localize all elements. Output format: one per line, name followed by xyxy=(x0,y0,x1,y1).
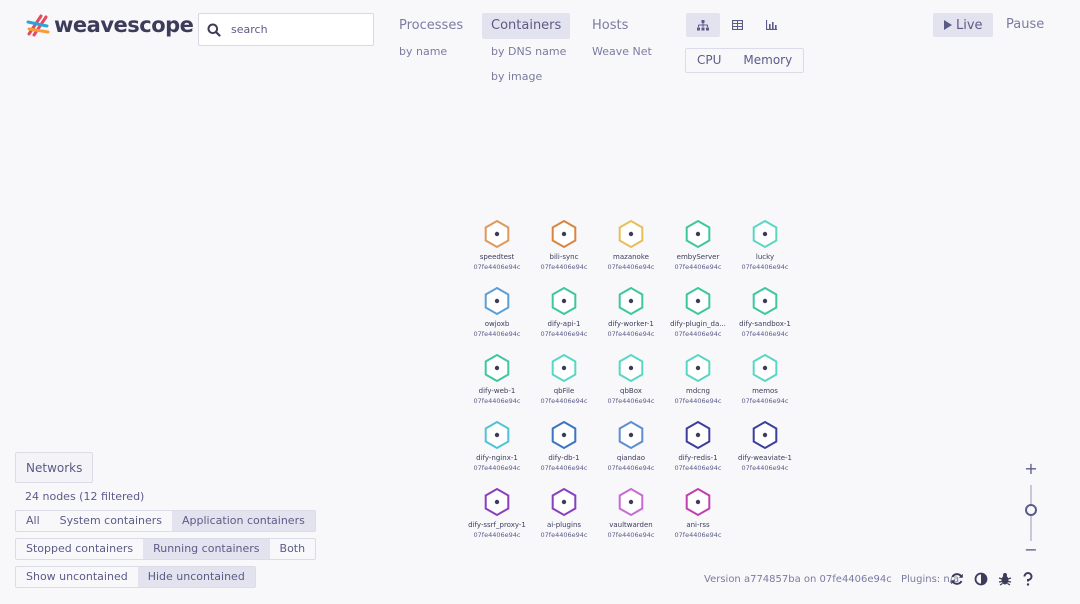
sub-tab-by-name[interactable]: by name xyxy=(390,39,456,64)
hexagon-node-icon xyxy=(685,420,711,450)
node-label: dify-weaviate-1 xyxy=(737,454,792,462)
node-host-label: 07fe4406e94c xyxy=(674,531,722,539)
filter-application-containers[interactable]: Application containers xyxy=(172,511,315,531)
contrast-icon[interactable] xyxy=(974,572,988,586)
filter-both[interactable]: Both xyxy=(270,539,316,559)
tab-hosts[interactable]: Hosts xyxy=(583,13,637,39)
pause-button[interactable]: Pause xyxy=(1006,17,1044,32)
play-icon xyxy=(944,20,952,30)
help-icon[interactable] xyxy=(1022,572,1034,586)
container-node[interactable]: memos 07fe4406e94c xyxy=(720,353,810,406)
hexagon-node-icon xyxy=(484,219,510,249)
live-label: Live xyxy=(956,17,983,33)
hexagon-node-icon xyxy=(484,487,510,517)
container-node[interactable]: dify-weaviate-1 07fe4406e94c xyxy=(720,420,810,473)
hexagon-node-icon xyxy=(618,420,644,450)
table-view-icon xyxy=(731,20,743,30)
graph-view-button[interactable] xyxy=(686,13,720,37)
node-count-status: 24 nodes (12 filtered) xyxy=(25,490,145,503)
table-view-button[interactable] xyxy=(720,13,754,37)
zoom-control: + − xyxy=(1022,460,1040,558)
filter-stopped-containers[interactable]: Stopped containers xyxy=(16,539,143,559)
hexagon-node-icon xyxy=(752,353,778,383)
sub-tab-by-image[interactable]: by image xyxy=(482,64,551,89)
topology-containers: Containers by DNS name by image xyxy=(482,13,575,89)
hexagon-node-icon xyxy=(752,219,778,249)
hexagon-node-icon xyxy=(685,487,711,517)
node-label: lucky xyxy=(755,253,775,261)
node-label: ani-rss xyxy=(686,521,710,529)
filter-system-containers[interactable]: System containers xyxy=(50,511,172,531)
search-icon xyxy=(207,23,221,37)
hexagon-node-icon xyxy=(618,353,644,383)
tab-containers[interactable]: Containers xyxy=(482,13,571,39)
filter-all[interactable]: All xyxy=(16,511,50,531)
container-node[interactable]: dify-sandbox-1 07fe4406e94c xyxy=(720,286,810,339)
hexagon-node-icon xyxy=(752,420,778,450)
logo[interactable]: weavescope xyxy=(26,12,194,38)
tab-processes[interactable]: Processes xyxy=(390,13,472,39)
hexagon-node-icon xyxy=(484,286,510,316)
refresh-icon[interactable] xyxy=(950,572,964,586)
hexagon-node-icon xyxy=(618,487,644,517)
bug-icon[interactable] xyxy=(998,572,1012,586)
node-label: dify-sandbox-1 xyxy=(739,320,791,328)
filter-hide-uncontained[interactable]: Hide uncontained xyxy=(137,567,255,587)
hexagon-node-icon xyxy=(752,286,778,316)
topology-processes: Processes by name xyxy=(390,13,472,64)
metric-selector: CPU Memory xyxy=(685,48,805,73)
node-host-label: 07fe4406e94c xyxy=(741,397,789,405)
container-state-filter: Stopped containers Running containers Bo… xyxy=(15,538,317,560)
uncontained-filter: Show uncontained Hide uncontained xyxy=(15,566,256,588)
hexagon-node-icon xyxy=(484,353,510,383)
hexagon-node-icon xyxy=(484,420,510,450)
hexagon-node-icon xyxy=(551,286,577,316)
footer-info: Version a774857ba on 07fe4406e94c Plugin… xyxy=(704,574,959,585)
filter-show-uncontained[interactable]: Show uncontained xyxy=(16,567,138,587)
filter-running-containers[interactable]: Running containers xyxy=(143,539,270,559)
live-button[interactable]: Live xyxy=(933,13,993,37)
resources-view-button[interactable] xyxy=(754,13,788,37)
weave-logo-icon xyxy=(26,14,50,37)
container-node[interactable]: ani-rss 07fe4406e94c xyxy=(653,487,743,540)
logo-text: weavescope xyxy=(54,13,194,37)
zoom-out-button[interactable]: − xyxy=(1022,542,1040,558)
hexagon-node-icon xyxy=(551,219,577,249)
hexagon-node-icon xyxy=(685,286,711,316)
search-input[interactable] xyxy=(231,23,361,36)
resources-view-icon xyxy=(765,20,777,30)
hexagon-node-icon xyxy=(551,487,577,517)
hexagon-node-icon xyxy=(618,286,644,316)
node-host-label: 07fe4406e94c xyxy=(741,330,789,338)
view-mode-switcher xyxy=(686,13,788,37)
graph-view-icon xyxy=(697,19,709,30)
node-host-label: 07fe4406e94c xyxy=(741,464,789,472)
node-host-label: 07fe4406e94c xyxy=(741,263,789,271)
metric-memory-button[interactable]: Memory xyxy=(732,49,803,72)
footer-actions xyxy=(950,572,1034,586)
sub-tab-weave-net[interactable]: Weave Net xyxy=(583,39,661,64)
topology-hosts: Hosts Weave Net xyxy=(583,13,661,64)
search-box[interactable] xyxy=(198,13,374,46)
zoom-in-button[interactable]: + xyxy=(1022,460,1040,478)
sub-tab-by-dns-name[interactable]: by DNS name xyxy=(482,39,575,64)
container-type-filter: All System containers Application contai… xyxy=(15,510,316,532)
zoom-slider-handle[interactable] xyxy=(1025,504,1037,517)
networks-button[interactable]: Networks xyxy=(15,452,94,483)
hexagon-node-icon xyxy=(685,353,711,383)
metric-cpu-button[interactable]: CPU xyxy=(686,49,732,72)
container-node[interactable]: lucky 07fe4406e94c xyxy=(720,219,810,272)
hexagon-node-icon xyxy=(551,420,577,450)
version-text: Version a774857ba on 07fe4406e94c xyxy=(704,574,892,585)
hexagon-node-icon xyxy=(685,219,711,249)
hexagon-node-icon xyxy=(551,353,577,383)
hexagon-node-icon xyxy=(618,219,644,249)
node-label: memos xyxy=(752,387,778,395)
